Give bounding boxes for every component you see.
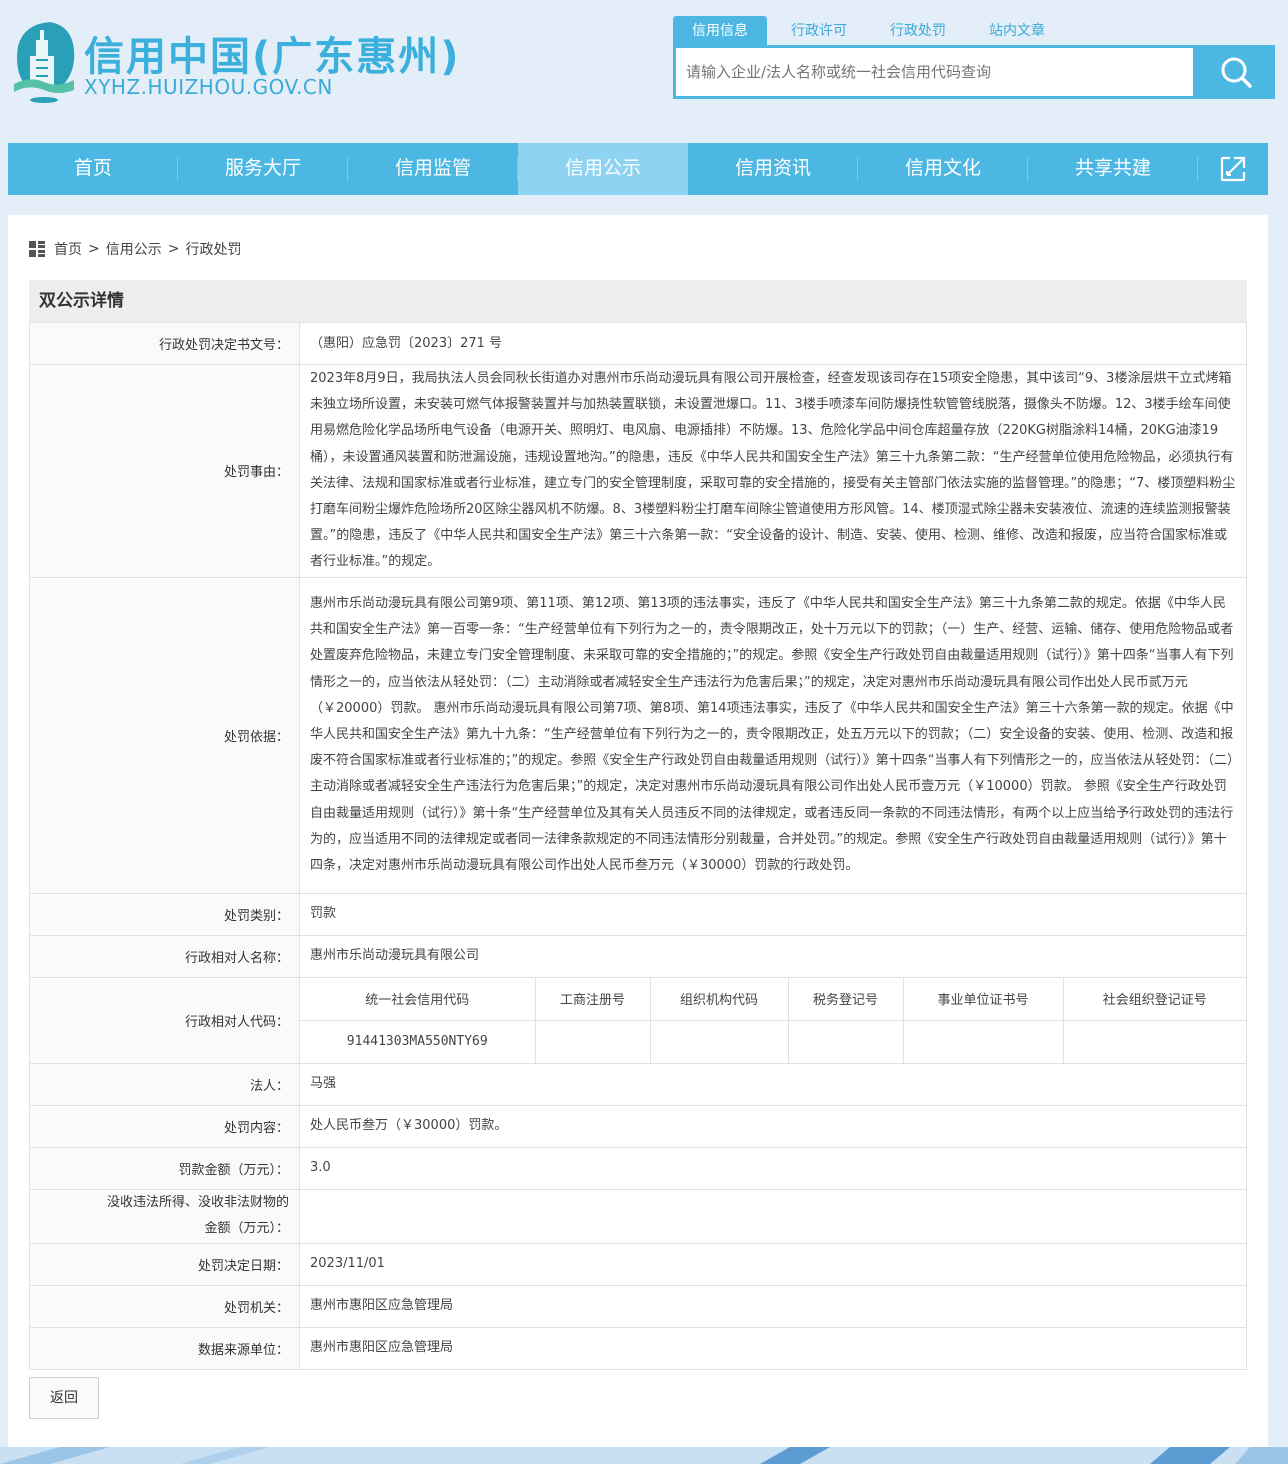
confiscation-label-line2: 金额（万元）： bbox=[204, 1221, 289, 1237]
table-row: 罚款金额（万元）： 3.0 bbox=[29, 1146, 1247, 1190]
breadcrumb-home[interactable]: 首页 bbox=[54, 239, 82, 259]
nav-item-credit-publicity[interactable]: 信用公示 bbox=[518, 143, 688, 195]
authority-value: 惠州市惠阳区应急管理局 bbox=[299, 1284, 1247, 1328]
nav-separator bbox=[1197, 157, 1198, 181]
party-code-label: 行政相对人代码： bbox=[29, 976, 300, 1064]
nav-item-label: 信用文化 bbox=[904, 157, 981, 179]
nav-item-label: 共享共建 bbox=[1074, 157, 1151, 179]
breadcrumb-separator: > bbox=[88, 241, 100, 257]
code-value-business-reg bbox=[534, 1019, 651, 1063]
doc-no-value: （惠阳）应急罚〔2023〕271 号 bbox=[299, 322, 1247, 365]
footer-decoration bbox=[0, 1447, 1288, 1464]
basis-value: 惠州市乐尚动漫玩具有限公司第9项、第11项、第12项、第13项的违法事实，违反了… bbox=[299, 576, 1247, 894]
breadcrumb-admin-penalty[interactable]: 行政处罚 bbox=[185, 239, 241, 259]
code-value-row: 91441303MA550NTY69 bbox=[300, 1019, 1246, 1063]
detail-table: 行政处罚决定书文号： （惠阳）应急罚〔2023〕271 号 处罚事由： 2023… bbox=[29, 322, 1247, 1370]
nav-item-label: 服务大厅 bbox=[224, 157, 301, 179]
content-label: 处罚内容： bbox=[29, 1104, 300, 1148]
decision-date-label: 处罚决定日期： bbox=[29, 1242, 300, 1286]
party-code-table: 统一社会信用代码 工商注册号 组织机构代码 税务登记号 事业单位证书号 社会组织… bbox=[300, 977, 1246, 1063]
table-row: 行政处罚决定书文号： （惠阳）应急罚〔2023〕271 号 bbox=[29, 322, 1247, 365]
search-button[interactable] bbox=[1197, 45, 1275, 99]
party-name-value: 惠州市乐尚动漫玩具有限公司 bbox=[299, 934, 1247, 978]
confiscation-label: 没收违法所得、没收非法财物的 金额（万元）： bbox=[29, 1188, 300, 1244]
nav-item-label: 信用公示 bbox=[564, 157, 641, 179]
code-header-public-institution: 事业单位证书号 bbox=[902, 977, 1064, 1021]
main-nav: 首页 服务大厅 信用监管 信用公示 信用资讯 信用文化 共享共建 bbox=[8, 143, 1268, 195]
table-row: 处罚类别： 罚款 bbox=[29, 892, 1247, 936]
nav-item-credit-culture[interactable]: 信用文化 bbox=[858, 143, 1028, 195]
code-value-org-code bbox=[649, 1019, 789, 1063]
content-value: 处人民币叁万（￥30000）罚款。 bbox=[299, 1104, 1247, 1148]
search-tab-site-articles[interactable]: 站内文章 bbox=[970, 16, 1064, 46]
nav-item-home[interactable]: 首页 bbox=[8, 143, 178, 195]
amount-value: 3.0 bbox=[299, 1146, 1247, 1190]
code-value-social-org bbox=[1062, 1019, 1246, 1063]
nav-item-shared-construction[interactable]: 共享共建 bbox=[1028, 143, 1198, 195]
code-value-tax-reg bbox=[787, 1019, 904, 1063]
search-tab-credit-info[interactable]: 信用信息 bbox=[673, 16, 767, 46]
search-tab-admin-penalty[interactable]: 行政处罚 bbox=[871, 16, 965, 46]
nav-item-service-hall[interactable]: 服务大厅 bbox=[178, 143, 348, 195]
breadcrumb-separator: > bbox=[167, 241, 180, 257]
site-title: 信用中国(广东惠州) bbox=[84, 34, 461, 80]
nav-item-label: 信用资讯 bbox=[734, 157, 811, 179]
table-row: 数据来源单位： 惠州市惠阳区应急管理局 bbox=[29, 1326, 1247, 1370]
code-header-business-reg: 工商注册号 bbox=[534, 977, 651, 1021]
search-input[interactable] bbox=[676, 48, 1193, 96]
table-row: 处罚机关： 惠州市惠阳区应急管理局 bbox=[29, 1284, 1247, 1328]
table-row: 处罚事由： 2023年8月9日，我局执法人员会同秋长街道办对惠州市乐尚动漫玩具有… bbox=[29, 364, 1247, 578]
search-icon bbox=[1221, 57, 1252, 88]
expand-icon bbox=[1220, 156, 1246, 182]
search-tab-admin-license[interactable]: 行政许可 bbox=[772, 16, 866, 46]
code-header-uscc: 统一社会信用代码 bbox=[300, 977, 536, 1021]
table-row: 处罚依据： 惠州市乐尚动漫玩具有限公司第9项、第11项、第12项、第13项的违法… bbox=[29, 576, 1247, 894]
category-label: 处罚类别： bbox=[29, 892, 300, 936]
breadcrumb-credit-publicity[interactable]: 信用公示 bbox=[106, 239, 162, 259]
code-value-public-institution bbox=[902, 1019, 1064, 1063]
amount-label: 罚款金额（万元）： bbox=[29, 1146, 300, 1190]
party-name-label: 行政相对人名称： bbox=[29, 934, 300, 978]
code-header-tax-reg: 税务登记号 bbox=[787, 977, 904, 1021]
nav-item-label: 首页 bbox=[73, 157, 112, 179]
reason-value: 2023年8月9日，我局执法人员会同秋长街道办对惠州市乐尚动漫玩具有限公司开展检… bbox=[299, 364, 1247, 578]
confiscation-label-line1: 没收违法所得、没收非法财物的 bbox=[106, 1195, 289, 1211]
data-source-label: 数据来源单位： bbox=[29, 1326, 300, 1370]
grid-icon bbox=[29, 241, 45, 257]
decision-date-value: 2023/11/01 bbox=[299, 1242, 1247, 1286]
authority-label: 处罚机关： bbox=[29, 1284, 300, 1328]
confiscation-value bbox=[299, 1188, 1247, 1244]
nav-item-label: 信用监管 bbox=[394, 157, 471, 179]
nav-expand-button[interactable] bbox=[1198, 143, 1268, 195]
site-header: 信用中国(广东惠州) XYHZ.HUIZHOU.GOV.CN 信用信息 行政许可… bbox=[0, 0, 1288, 143]
code-header-row: 统一社会信用代码 工商注册号 组织机构代码 税务登记号 事业单位证书号 社会组织… bbox=[300, 977, 1246, 1021]
nav-item-credit-supervision[interactable]: 信用监管 bbox=[348, 143, 518, 195]
code-header-social-org: 社会组织登记证号 bbox=[1062, 977, 1246, 1021]
table-row: 法人： 马强 bbox=[29, 1062, 1247, 1106]
code-header-org-code: 组织机构代码 bbox=[649, 977, 789, 1021]
party-code-cell: 统一社会信用代码 工商注册号 组织机构代码 税务登记号 事业单位证书号 社会组织… bbox=[299, 976, 1247, 1064]
search-box bbox=[673, 45, 1275, 99]
back-button[interactable]: 返回 bbox=[29, 1377, 99, 1419]
search-tabs: 信用信息 行政许可 行政处罚 站内文章 bbox=[673, 16, 1069, 46]
table-row: 处罚内容： 处人民币叁万（￥30000）罚款。 bbox=[29, 1104, 1247, 1148]
nav-item-credit-news[interactable]: 信用资讯 bbox=[688, 143, 858, 195]
basis-label: 处罚依据： bbox=[29, 576, 300, 894]
code-value-uscc: 91441303MA550NTY69 bbox=[300, 1019, 536, 1063]
content-panel: 首页 > 信用公示 > 行政处罚 双公示详情 行政处罚决定书文号： （惠阳）应急… bbox=[8, 215, 1268, 1447]
huizhou-tower-logo[interactable] bbox=[10, 16, 78, 104]
site-url: XYHZ.HUIZHOU.GOV.CN bbox=[84, 75, 333, 99]
legal-person-value: 马强 bbox=[299, 1062, 1247, 1106]
table-row: 处罚决定日期： 2023/11/01 bbox=[29, 1242, 1247, 1286]
category-value: 罚款 bbox=[299, 892, 1247, 936]
legal-person-label: 法人： bbox=[29, 1062, 300, 1106]
data-source-value: 惠州市惠阳区应急管理局 bbox=[299, 1326, 1247, 1370]
breadcrumb: 首页 > 信用公示 > 行政处罚 bbox=[29, 239, 241, 259]
table-row: 行政相对人名称： 惠州市乐尚动漫玩具有限公司 bbox=[29, 934, 1247, 978]
table-row: 没收违法所得、没收非法财物的 金额（万元）： bbox=[29, 1188, 1247, 1244]
detail-title: 双公示详情 bbox=[29, 280, 1247, 322]
reason-label: 处罚事由： bbox=[29, 364, 300, 578]
doc-no-label: 行政处罚决定书文号： bbox=[29, 322, 300, 365]
table-row: 行政相对人代码： 统一社会信用代码 工商注册号 组织机构代码 税务登记号 事业单… bbox=[29, 976, 1247, 1064]
